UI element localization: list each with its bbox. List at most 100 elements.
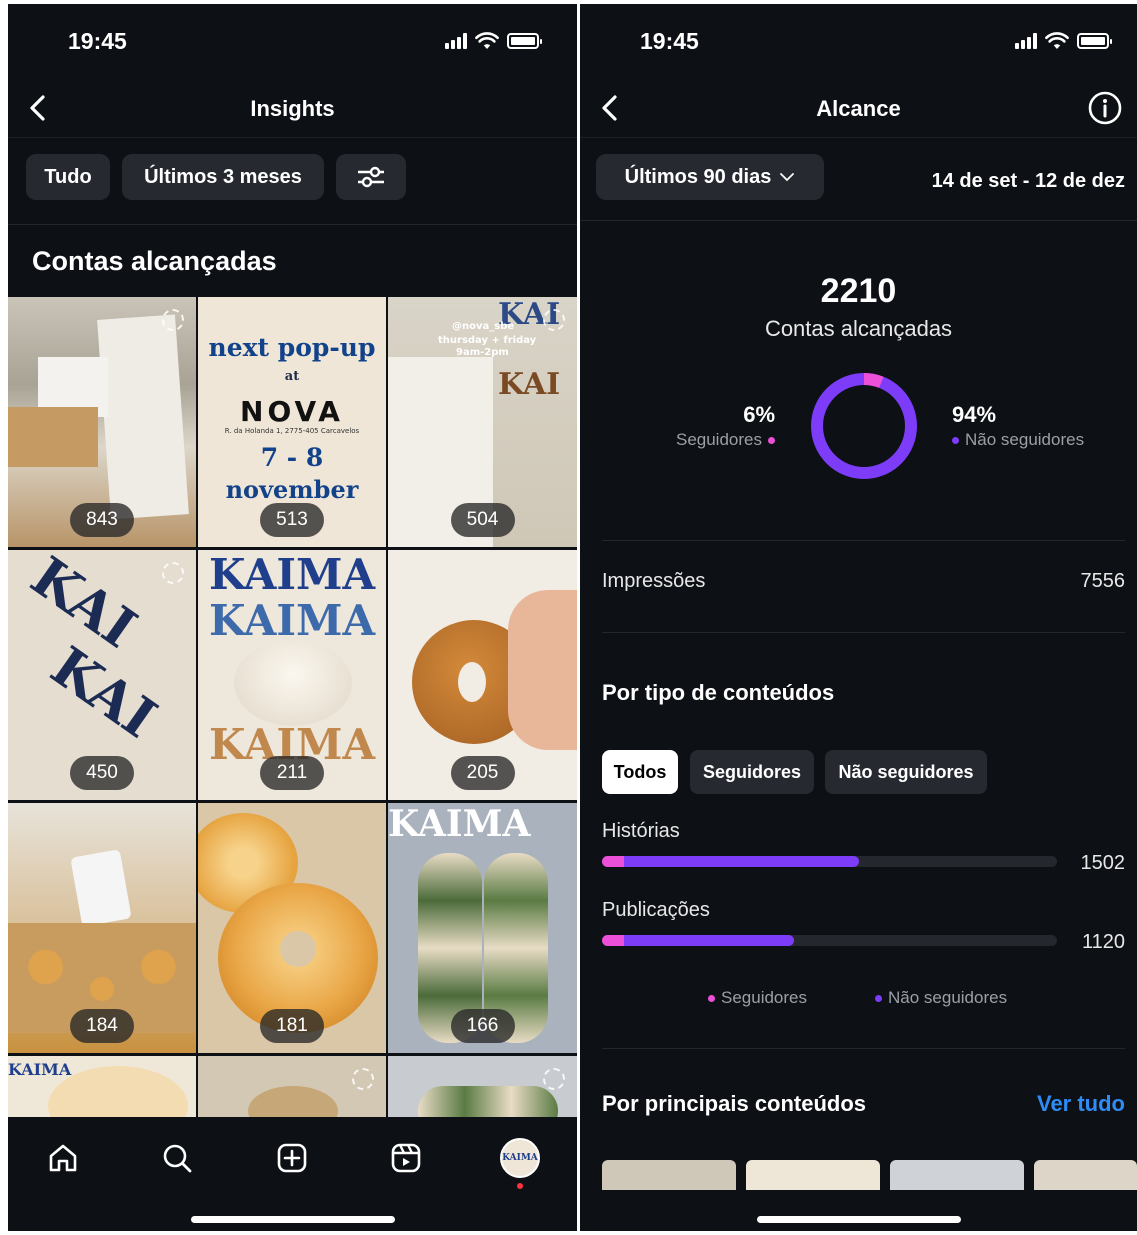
- top-content-thumbnail[interactable]: [890, 1160, 1024, 1190]
- top-content-thumbnail[interactable]: [602, 1160, 736, 1190]
- reach-donut-chart: [811, 373, 917, 479]
- nav-home-button[interactable]: [42, 1137, 84, 1179]
- post-reach-count: 450: [70, 756, 134, 790]
- plus-square-icon: [277, 1143, 307, 1173]
- stories-value: 1502: [1080, 852, 1126, 874]
- post-text: 7 - 8: [260, 443, 324, 472]
- stories-bar: [602, 856, 1057, 867]
- tab-all[interactable]: Todos: [602, 750, 678, 794]
- back-button[interactable]: [22, 92, 54, 124]
- posts-grid: 843 next pop-up at NOVA R. da Holanda 1,…: [8, 297, 577, 1117]
- header: Alcance: [580, 80, 1137, 138]
- notification-dot: [517, 1183, 523, 1189]
- reach-label: Contas alcançadas: [764, 316, 953, 341]
- post-reach-count: 181: [260, 1009, 324, 1043]
- filter-all-chip[interactable]: Tudo: [26, 154, 110, 200]
- back-button[interactable]: [594, 92, 626, 124]
- chevron-down-icon: [780, 173, 795, 182]
- stories-bar-followers: [602, 856, 624, 867]
- legend-followers-dot: [708, 994, 715, 1002]
- nav-search-button[interactable]: [156, 1137, 198, 1179]
- post-reach-count: 504: [450, 503, 515, 537]
- post-tile[interactable]: 184: [8, 803, 196, 1053]
- avatar: KAIMA: [500, 1138, 540, 1178]
- legend-non-followers: Não seguidores: [875, 988, 1007, 1008]
- impressions-value: 7556: [1080, 570, 1126, 592]
- carousel-icon: [162, 309, 184, 331]
- stories-bar-non-followers: [624, 856, 860, 867]
- cellular-signal-icon: [445, 33, 467, 49]
- filter-settings-button[interactable]: [336, 154, 406, 200]
- home-indicator: [756, 1216, 961, 1223]
- carousel-icon: [543, 309, 565, 331]
- posts-bar-non-followers: [624, 935, 794, 946]
- legend-followers: Seguidores: [708, 988, 807, 1008]
- post-reach-count: 211: [260, 756, 324, 790]
- top-content-thumbnail[interactable]: [746, 1160, 880, 1190]
- posts-bar-followers: [602, 935, 624, 946]
- followers-dot: [768, 436, 775, 444]
- sliders-icon: [358, 166, 384, 188]
- top-content-thumbnail[interactable]: [1034, 1160, 1137, 1190]
- bottom-navigation: KAIMA: [8, 1117, 577, 1231]
- cellular-signal-icon: [1015, 33, 1037, 49]
- chevron-left-icon: [602, 95, 617, 121]
- date-range: 14 de set - 12 de dez: [931, 170, 1125, 192]
- post-tile[interactable]: 181: [198, 803, 386, 1053]
- non-followers-percent: 94%: [952, 402, 997, 427]
- post-reach-count: 166: [450, 1009, 515, 1043]
- info-icon: [1088, 91, 1122, 125]
- tab-followers[interactable]: Seguidores: [690, 750, 814, 794]
- post-text: R. da Holanda 1, 2775-405 Carcavelos: [224, 427, 360, 435]
- post-reach-count: 205: [450, 756, 515, 790]
- tab-non-followers[interactable]: Não seguidores: [825, 750, 987, 794]
- status-bar: 19:45: [580, 4, 1137, 80]
- wifi-icon: [475, 32, 499, 49]
- legend-non-followers-label: Não seguidores: [888, 988, 1008, 1007]
- home-indicator: [190, 1216, 395, 1223]
- post-tile[interactable]: KAIMA KAIMA KAIMA 211: [198, 550, 386, 800]
- insights-screen: 19:45 Insights Tudo Últimos 3 meses Cont…: [8, 4, 577, 1231]
- period-dropdown[interactable]: Últimos 90 dias: [596, 154, 824, 200]
- info-button[interactable]: [1087, 90, 1123, 126]
- post-text: NOVA: [240, 395, 344, 428]
- followers-label-text: Seguidores: [675, 430, 762, 449]
- post-tile[interactable]: 205: [388, 550, 577, 800]
- battery-icon: [1077, 33, 1112, 49]
- post-reach-count: 513: [260, 503, 324, 537]
- donut-non-followers-segment: [811, 373, 917, 479]
- content-type-title: Por tipo de conteúdos: [602, 680, 835, 705]
- non-followers-label-text: Não seguidores: [965, 430, 1085, 449]
- section-title: Contas alcançadas: [32, 246, 277, 276]
- post-tile[interactable]: KAI @nova_sbe thursday + friday 9am-2pm …: [388, 297, 577, 547]
- status-time: 19:45: [640, 28, 699, 54]
- post-text: next pop-up: [208, 333, 376, 362]
- page-title: Alcance: [816, 95, 901, 121]
- posts-label: Publicações: [602, 899, 710, 921]
- wifi-icon: [1045, 32, 1069, 49]
- search-icon: [163, 1144, 192, 1173]
- post-text: november: [225, 475, 359, 504]
- see-all-link[interactable]: Ver tudo: [1037, 1091, 1125, 1117]
- carousel-icon: [162, 562, 184, 584]
- post-tile[interactable]: KAIMA 166: [388, 803, 577, 1053]
- nav-create-button[interactable]: [271, 1137, 313, 1179]
- post-tile[interactable]: KAIMA: [8, 1056, 196, 1117]
- post-tile[interactable]: [388, 1056, 577, 1117]
- filter-period-chip[interactable]: Últimos 3 meses: [122, 154, 324, 200]
- home-icon: [49, 1144, 77, 1172]
- post-tile[interactable]: next pop-up at NOVA R. da Holanda 1, 277…: [198, 297, 386, 547]
- posts-value: 1120: [1081, 931, 1125, 953]
- post-tile[interactable]: KAI KAI 450: [8, 550, 196, 800]
- non-followers-label: Não seguidores: [952, 430, 1084, 450]
- post-text: KAIMA: [208, 550, 376, 599]
- reels-icon: [391, 1143, 421, 1173]
- posts-bar: [602, 935, 1057, 946]
- impressions-label: Impressões: [602, 570, 706, 592]
- post-tile[interactable]: [198, 1056, 386, 1117]
- non-followers-dot: [952, 436, 959, 444]
- post-text: thursday + friday: [438, 335, 537, 346]
- nav-reels-button[interactable]: [385, 1137, 427, 1179]
- post-tile[interactable]: 843: [8, 297, 196, 547]
- nav-profile-button[interactable]: KAIMA: [499, 1137, 541, 1179]
